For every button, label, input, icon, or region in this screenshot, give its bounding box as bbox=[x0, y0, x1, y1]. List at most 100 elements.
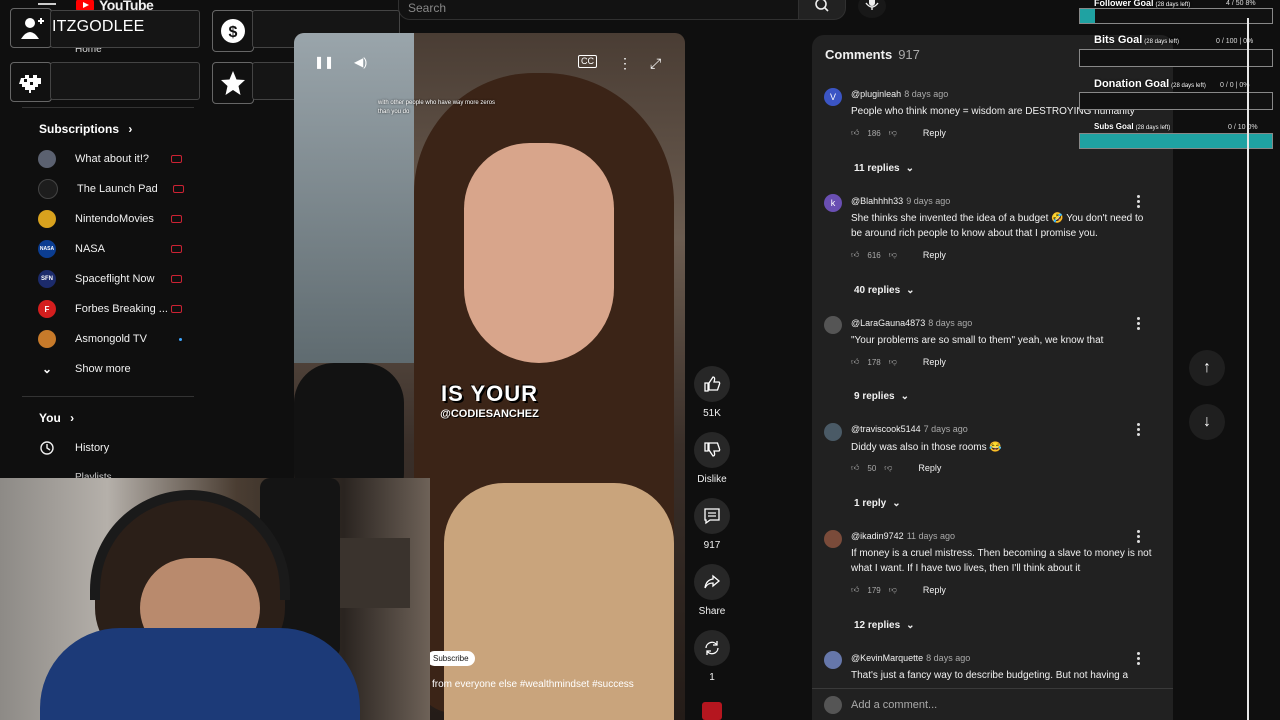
sidebar-item-subscription[interactable]: SFN Spaceflight Now bbox=[38, 264, 198, 294]
comments-button[interactable]: 917 bbox=[693, 498, 731, 551]
thumbs-up-icon[interactable]: 👍︎ bbox=[851, 128, 859, 138]
comment-avatar[interactable] bbox=[824, 316, 842, 334]
share-button[interactable]: Share bbox=[693, 564, 731, 617]
thumbs-down-icon[interactable]: 👎︎ bbox=[889, 357, 897, 367]
thumbs-up-icon[interactable]: 👍︎ bbox=[851, 463, 859, 473]
comments-total: 917 bbox=[898, 47, 920, 62]
comment-username: @ikadin9742 bbox=[851, 531, 904, 541]
thumbs-up-icon[interactable]: 👍︎ bbox=[851, 585, 859, 595]
dollar-icon: $ bbox=[212, 10, 254, 52]
like-count: 616 bbox=[867, 250, 881, 260]
live-icon bbox=[171, 305, 182, 313]
channel-avatar: NASA bbox=[38, 240, 56, 258]
comment-actions: 👍︎ 50 👎︎ Reply bbox=[851, 463, 941, 473]
comment-avatar[interactable]: V bbox=[824, 88, 842, 106]
comment-avatar[interactable] bbox=[824, 651, 842, 669]
follower-goal-fill bbox=[1080, 9, 1096, 23]
thumbs-up-icon bbox=[694, 366, 730, 402]
channel-logo-icon[interactable] bbox=[702, 702, 722, 720]
subscribe-button[interactable]: Subscribe bbox=[427, 651, 475, 666]
reply-button[interactable]: Reply bbox=[923, 357, 946, 367]
thumbs-down-icon[interactable]: 👎︎ bbox=[884, 463, 892, 473]
comment-text: That's just a fancy way to describe budg… bbox=[851, 670, 1129, 681]
dislike-label: Dislike bbox=[697, 474, 727, 485]
view-replies-button[interactable]: 11 replies ⌄ bbox=[854, 163, 914, 174]
comment-menu-icon[interactable] bbox=[1137, 317, 1140, 332]
like-count: 186 bbox=[867, 128, 881, 138]
add-comment-input[interactable]: Add a comment... bbox=[851, 699, 937, 711]
comment-author[interactable]: @Blahhhh33 9 days ago bbox=[851, 196, 950, 206]
thumbs-up-icon[interactable]: 👍︎ bbox=[851, 357, 859, 367]
voice-search-button[interactable] bbox=[858, 0, 886, 18]
thumbs-down-icon[interactable]: 👎︎ bbox=[889, 250, 897, 260]
sidebar-item-subscription[interactable]: What about it!? bbox=[38, 144, 198, 174]
comment-author[interactable]: @traviscook5144 7 days ago bbox=[851, 424, 968, 434]
pause-icon[interactable]: ❚❚ bbox=[314, 55, 334, 69]
reply-button[interactable]: Reply bbox=[918, 463, 941, 473]
channel-name: NintendoMovies bbox=[75, 213, 154, 225]
you-header[interactable]: You › bbox=[39, 411, 74, 425]
comment-avatar[interactable] bbox=[824, 423, 842, 441]
view-replies-button[interactable]: 12 replies ⌄ bbox=[854, 620, 915, 631]
chevron-right-icon: › bbox=[128, 122, 133, 136]
reply-button[interactable]: Reply bbox=[923, 585, 946, 595]
channel-avatar: SFN bbox=[38, 270, 56, 288]
thumbs-down-icon[interactable]: 👎︎ bbox=[889, 585, 897, 595]
comment-menu-icon[interactable] bbox=[1137, 530, 1140, 545]
sidebar-item-subscription[interactable]: F Forbes Breaking ... bbox=[38, 294, 198, 324]
donation-goal-bar bbox=[1079, 92, 1273, 110]
view-replies-button[interactable]: 9 replies ⌄ bbox=[854, 391, 909, 402]
view-replies-button[interactable]: 40 replies ⌄ bbox=[854, 285, 915, 296]
comment-avatar[interactable]: k bbox=[824, 194, 842, 212]
comment-time: 7 days ago bbox=[923, 424, 968, 434]
channel-avatar: F bbox=[38, 300, 56, 318]
thumbs-down-icon bbox=[694, 432, 730, 468]
video-quote-text: with other people who have way more zero… bbox=[378, 100, 496, 115]
sidebar-item-subscription[interactable]: The Launch Pad bbox=[38, 174, 198, 204]
history-icon bbox=[38, 439, 56, 457]
live-icon bbox=[171, 275, 182, 283]
volume-icon[interactable]: ◀) bbox=[354, 55, 367, 69]
like-button[interactable]: 51K bbox=[693, 366, 731, 419]
sidebar-item-subscription[interactable]: NASA NASA bbox=[38, 234, 198, 264]
fullscreen-icon[interactable]: ⤢ bbox=[650, 55, 661, 72]
search-input[interactable]: Search bbox=[398, 0, 799, 20]
subscriptions-header[interactable]: Subscriptions › bbox=[39, 122, 132, 136]
comment-author[interactable]: @LaraGauna4873 8 days ago bbox=[851, 318, 972, 328]
comment-menu-icon[interactable] bbox=[1137, 195, 1140, 210]
streamer-name: ITZGODLEE bbox=[52, 18, 145, 35]
comment-author[interactable]: @KevinMarquette 8 days ago bbox=[851, 653, 970, 663]
sidebar-item-history[interactable]: History bbox=[38, 433, 198, 463]
pixel-heart-icon bbox=[10, 62, 52, 102]
video-handle-text: @CODIESANCHEZ bbox=[440, 408, 539, 420]
dislike-button[interactable]: Dislike bbox=[693, 432, 731, 485]
channel-avatar bbox=[38, 179, 58, 199]
show-more-button[interactable]: ⌄ Show more bbox=[38, 354, 198, 384]
sidebar-item-subscription[interactable]: NintendoMovies bbox=[38, 204, 198, 234]
comment-menu-icon[interactable] bbox=[1137, 652, 1140, 667]
more-vert-icon[interactable]: ⋮ bbox=[618, 55, 632, 72]
sidebar-item-subscription[interactable]: Asmongold TV bbox=[38, 324, 198, 354]
closed-captions-icon[interactable]: CC bbox=[578, 55, 597, 68]
share-label: Share bbox=[698, 606, 726, 617]
chevron-down-icon: ⌄ bbox=[906, 285, 915, 296]
reply-button[interactable]: Reply bbox=[923, 128, 946, 138]
add-user-icon bbox=[10, 8, 52, 48]
previous-video-button[interactable]: ↑ bbox=[1189, 350, 1225, 386]
comment-menu-icon[interactable] bbox=[1137, 423, 1140, 438]
remix-button[interactable]: 1 bbox=[693, 630, 731, 683]
subs-goal-title: Subs Goal bbox=[1094, 122, 1134, 131]
view-replies-button[interactable]: 1 reply ⌄ bbox=[854, 498, 901, 509]
overlay-frame-line bbox=[1247, 18, 1249, 720]
next-video-button[interactable]: ↓ bbox=[1189, 404, 1225, 440]
comment-author[interactable]: @pluginleah 8 days ago bbox=[851, 89, 948, 99]
reply-button[interactable]: Reply bbox=[923, 250, 946, 260]
search-button[interactable] bbox=[798, 0, 846, 20]
comment-avatar[interactable] bbox=[824, 530, 842, 548]
comment-icon bbox=[694, 498, 730, 534]
thumbs-down-icon[interactable]: 👎︎ bbox=[889, 128, 897, 138]
thumbs-up-icon[interactable]: 👍︎ bbox=[851, 250, 859, 260]
comment-author[interactable]: @ikadin9742 11 days ago bbox=[851, 531, 955, 541]
comment-actions: 👍︎ 616 👎︎ Reply bbox=[851, 250, 946, 260]
follower-goal-title: Follower Goal bbox=[1094, 0, 1154, 8]
